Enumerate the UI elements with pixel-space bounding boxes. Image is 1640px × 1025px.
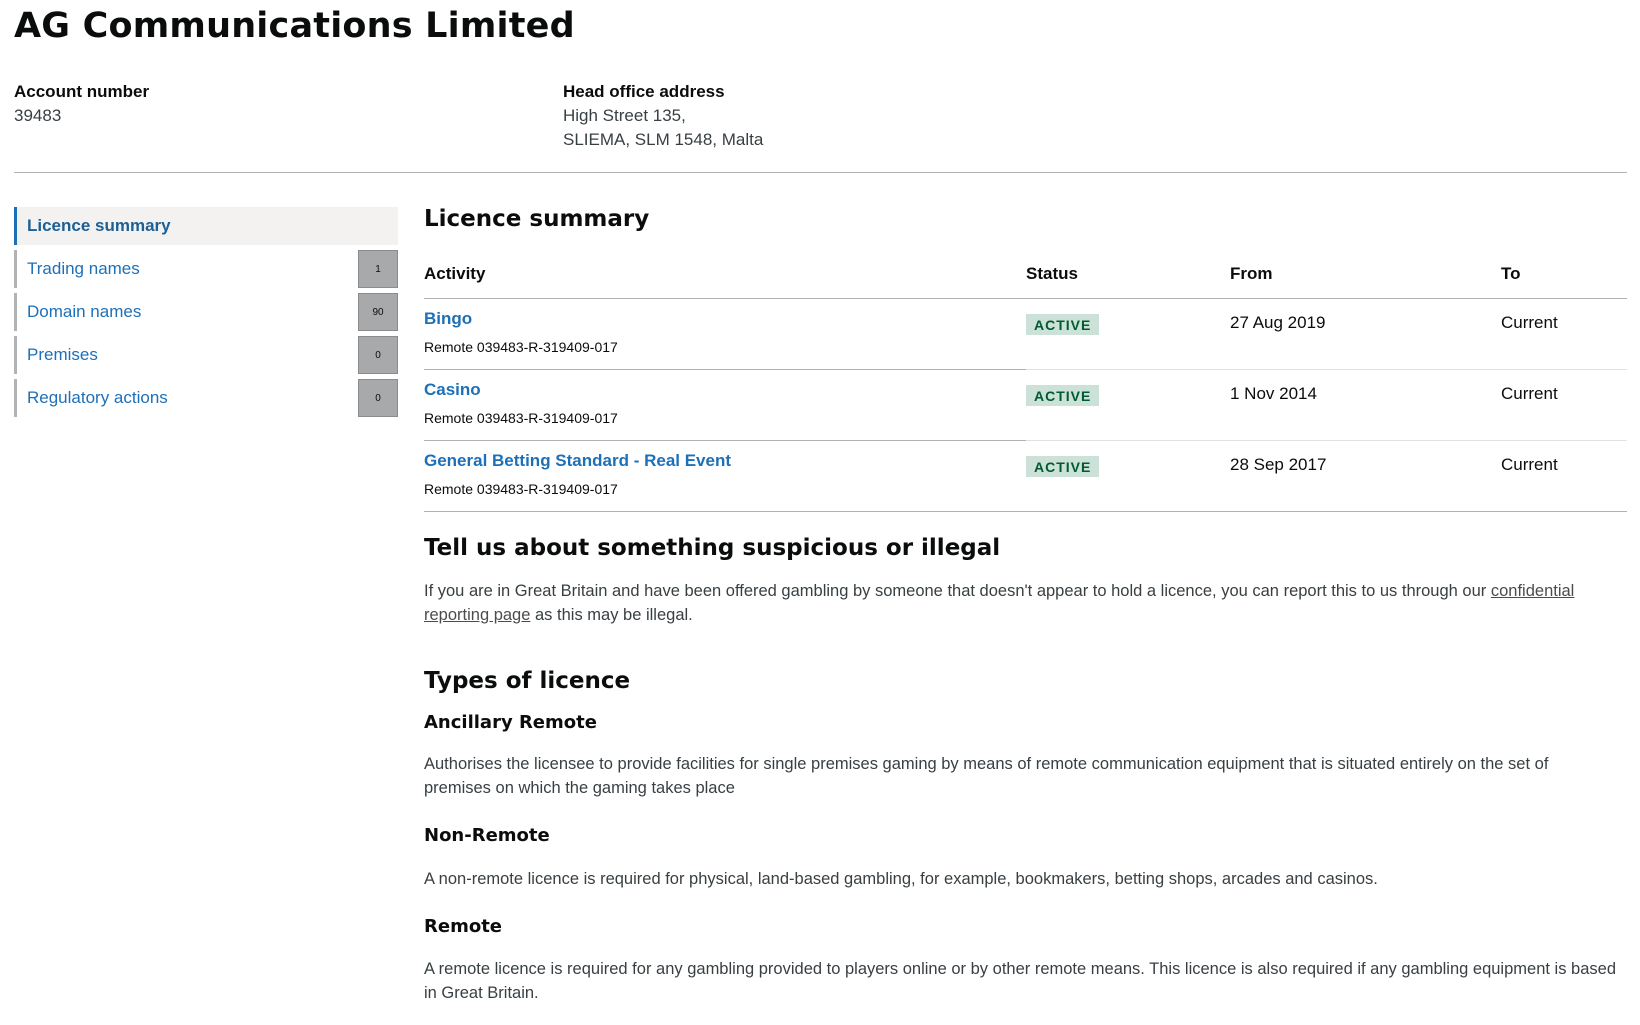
sidebar-item-premises[interactable]: Premises 0 xyxy=(14,336,398,374)
remote-text: A remote licence is required for any gam… xyxy=(424,960,1616,1002)
account-number-block: Account number 39483 xyxy=(14,80,149,128)
column-header-from: From xyxy=(1230,264,1273,283)
suspicious-heading: Tell us about something suspicious or il… xyxy=(424,535,1001,561)
status-badge: ACTIVE xyxy=(1026,314,1100,335)
sidebar-item-label: Premises xyxy=(27,345,98,364)
sidebar-item-label: Licence summary xyxy=(27,216,171,235)
from-date: 28 Sep 2017 xyxy=(1230,455,1327,474)
from-date: 27 Aug 2019 xyxy=(1230,313,1326,332)
header-divider xyxy=(14,172,1627,173)
column-header-status: Status xyxy=(1026,264,1078,283)
sidebar-item-regulatory-actions[interactable]: Regulatory actions 0 xyxy=(14,379,398,417)
sidebar-item-label: Trading names xyxy=(27,259,140,278)
suspicious-paragraph: If you are in Great Britain and have bee… xyxy=(424,579,1624,627)
licence-reference: Remote 039483-R-319409-017 xyxy=(424,410,618,426)
non-remote-heading: Non-Remote xyxy=(424,825,550,846)
table-header: Activity Status From To xyxy=(424,256,1627,299)
suspicious-text: If you are in Great Britain and have bee… xyxy=(424,582,1491,600)
non-remote-text: A non-remote licence is required for phy… xyxy=(424,870,1378,888)
to-date: Current xyxy=(1501,455,1558,474)
account-number-label: Account number xyxy=(14,82,150,101)
activity-link-general-betting[interactable]: General Betting Standard - Real Event xyxy=(424,451,731,471)
activity-link-bingo[interactable]: Bingo xyxy=(424,309,472,329)
row-divider xyxy=(424,511,1026,512)
sidebar-item-label: Domain names xyxy=(27,302,142,321)
licence-reference: Remote 039483-R-319409-017 xyxy=(424,339,618,355)
count-badge: 0 xyxy=(358,379,398,417)
address-line-2: SLIEMA, SLM 1548, Malta xyxy=(563,130,764,149)
head-office-address-block: Head office address High Street 135, SLI… xyxy=(563,80,763,152)
ancillary-remote-text: Authorises the licensee to provide facil… xyxy=(424,755,1549,797)
account-number-value: 39483 xyxy=(14,106,62,125)
sidebar-item-trading-names[interactable]: Trading names 1 xyxy=(14,250,398,288)
column-header-to: To xyxy=(1501,264,1521,283)
count-badge: 1 xyxy=(358,250,398,288)
to-date: Current xyxy=(1501,384,1558,403)
from-date: 1 Nov 2014 xyxy=(1230,384,1317,403)
remote-heading: Remote xyxy=(424,916,503,937)
types-of-licence-heading: Types of licence xyxy=(424,668,631,694)
licence-reference: Remote 039483-R-319409-017 xyxy=(424,481,618,497)
status-badge: ACTIVE xyxy=(1026,456,1100,477)
side-navigation: Licence summary Trading names 1 Domain n… xyxy=(14,207,398,422)
company-name: AG Communications Limited xyxy=(14,6,575,46)
address-label: Head office address xyxy=(563,82,725,101)
table-row: General Betting Standard - Real Event Re… xyxy=(424,441,1627,512)
row-divider xyxy=(1026,511,1627,512)
status-badge: ACTIVE xyxy=(1026,385,1100,406)
sidebar-item-label: Regulatory actions xyxy=(27,388,168,407)
count-badge: 90 xyxy=(358,293,398,331)
table-row: Bingo Remote 039483-R-319409-017 ACTIVE … xyxy=(424,299,1627,370)
suspicious-text-end: as this may be illegal. xyxy=(530,606,693,624)
licence-table: Activity Status From To Bingo Remote 039… xyxy=(424,256,1627,512)
table-row: Casino Remote 039483-R-319409-017 ACTIVE… xyxy=(424,370,1627,441)
page: AG Communications Limited Account number… xyxy=(0,0,1640,1025)
licence-summary-heading: Licence summary xyxy=(424,206,650,232)
count-badge: 0 xyxy=(358,336,398,374)
address-line-1: High Street 135, xyxy=(563,106,686,125)
sidebar-item-licence-summary[interactable]: Licence summary xyxy=(14,207,398,245)
to-date: Current xyxy=(1501,313,1558,332)
column-header-activity: Activity xyxy=(424,264,486,283)
ancillary-remote-heading: Ancillary Remote xyxy=(424,712,597,733)
sidebar-item-domain-names[interactable]: Domain names 90 xyxy=(14,293,398,331)
activity-link-casino[interactable]: Casino xyxy=(424,380,481,400)
